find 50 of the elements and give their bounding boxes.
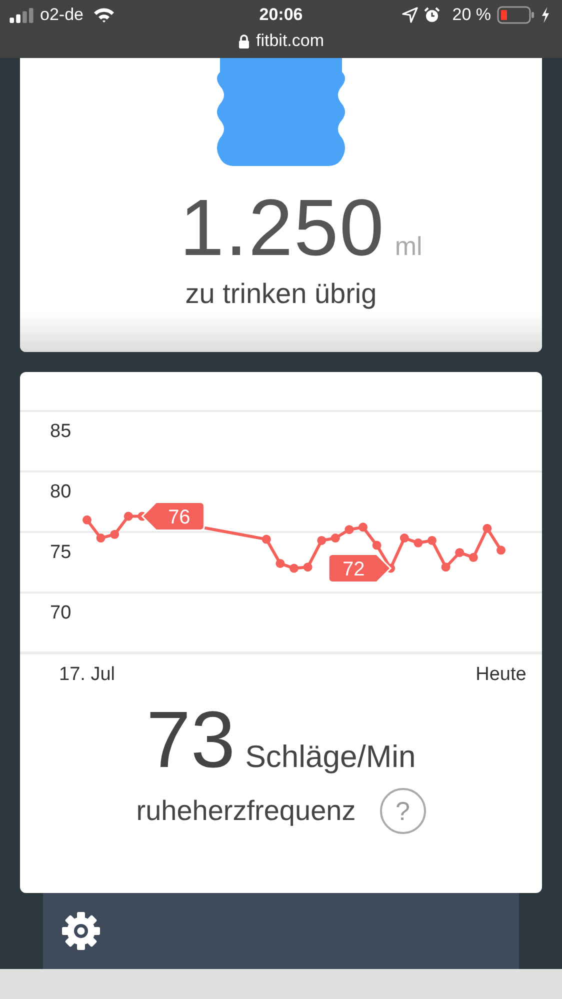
- value-tag: 72: [328, 554, 392, 584]
- water-bottle-icon: [214, 58, 348, 166]
- data-point: [124, 512, 133, 521]
- y-axis-label: 85: [50, 421, 72, 442]
- data-point: [330, 534, 340, 543]
- data-point: [414, 538, 423, 548]
- data-point: [82, 515, 92, 524]
- data-point: [290, 564, 298, 573]
- water-caption: zu trinken übrig: [185, 278, 377, 310]
- x-axis-label: 17. Jul: [59, 664, 115, 682]
- data-point: [344, 525, 354, 534]
- data-point: [262, 534, 271, 544]
- data-point: [110, 530, 120, 539]
- clock-time: 20:06: [259, 5, 303, 25]
- data-point: [496, 546, 506, 555]
- annotation: 76: [168, 506, 190, 528]
- value-tag: 76: [141, 502, 205, 532]
- annotation: 72: [342, 558, 365, 580]
- url-text[interactable]: fitbit.com: [256, 31, 324, 51]
- signal-icon: [9, 8, 34, 22]
- data-point: [400, 534, 409, 543]
- data-point: [455, 548, 464, 558]
- heart-rate-unit: Schläge/Min: [245, 739, 416, 775]
- data-point: [468, 552, 478, 562]
- wifi-icon: [93, 7, 116, 23]
- data-point: [317, 536, 326, 545]
- location-arrow-icon: [402, 7, 418, 23]
- data-point: [441, 562, 450, 572]
- carrier-name: o2-de: [40, 5, 84, 25]
- lock-icon: [238, 34, 250, 48]
- data-point: [372, 540, 382, 550]
- data-point: [358, 522, 368, 532]
- y-axis-label: 70: [50, 602, 72, 624]
- battery-percent: 20 %: [452, 5, 491, 25]
- water-unit: ml: [394, 231, 422, 262]
- data-point: [276, 558, 285, 568]
- y-axis-label: 75: [50, 542, 72, 563]
- x-axis-label: Heute: [476, 664, 526, 682]
- settings-icon[interactable]: [61, 911, 101, 951]
- water-amount: 1.250: [180, 188, 385, 268]
- battery-icon: [497, 6, 535, 24]
- data-point: [96, 534, 106, 543]
- charging-bolt-icon: [541, 7, 550, 23]
- y-axis-label: 80: [50, 482, 72, 502]
- heart-rate-value: 73: [146, 700, 236, 780]
- alarm-clock-icon: [424, 7, 440, 23]
- data-point: [303, 562, 312, 572]
- heart-rate-caption: ruheherzfrequenz: [136, 795, 356, 827]
- data-point: [428, 536, 436, 545]
- data-point: [482, 524, 492, 533]
